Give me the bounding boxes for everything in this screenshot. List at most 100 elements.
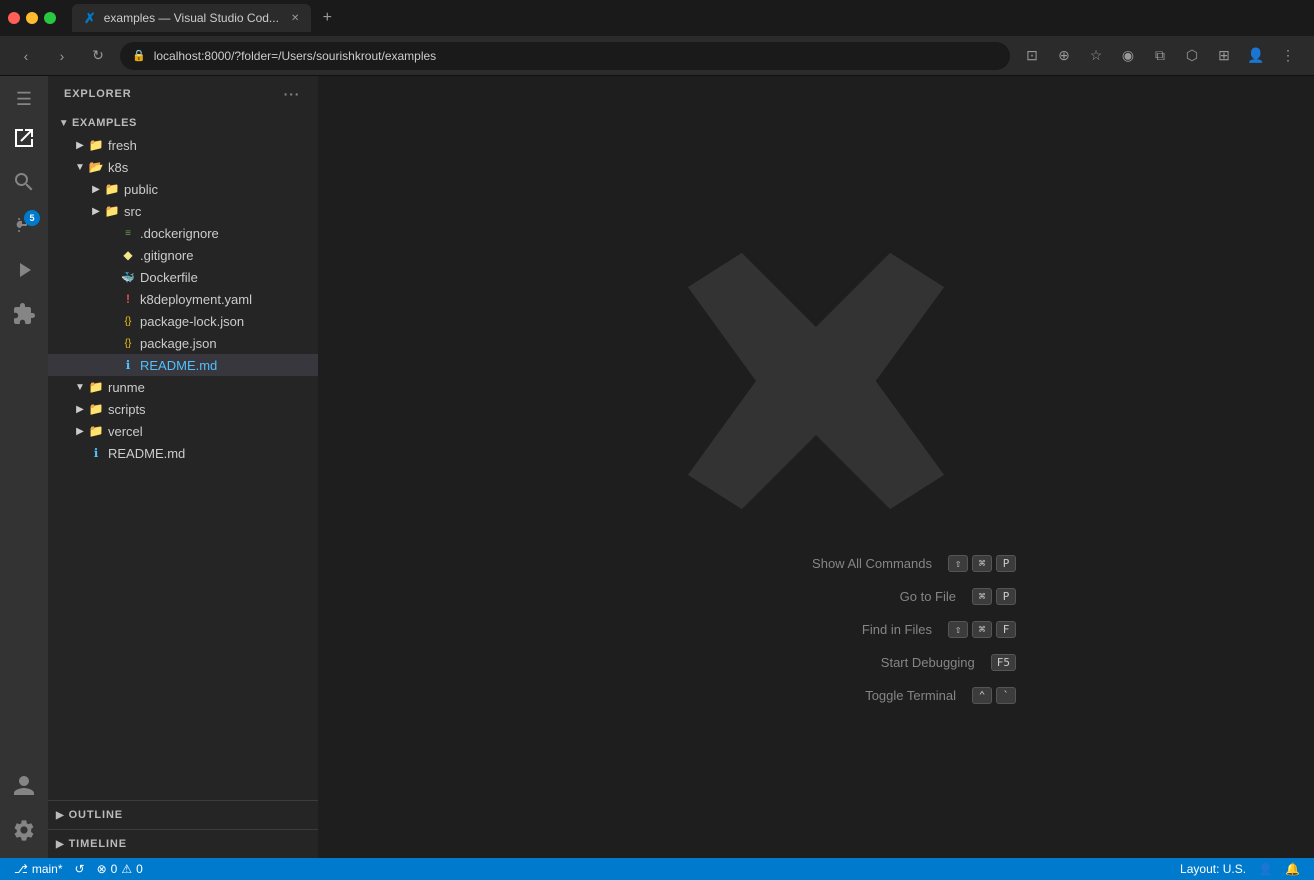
vscode-logo xyxy=(666,231,966,531)
welcome-screen: Show All Commands ⇧ ⌘ P Go to File ⌘ P xyxy=(616,231,1016,704)
readme-root-icon: ℹ xyxy=(88,445,104,461)
tab-title: examples — Visual Studio Cod... xyxy=(104,11,279,25)
activity-extensions[interactable] xyxy=(4,294,44,334)
sidebar-toggle-icon[interactable]: ⊞ xyxy=(1210,42,1238,70)
warning-icon: ⚠ xyxy=(121,862,132,876)
tree-item-src[interactable]: ▶ 📁 src xyxy=(48,200,318,222)
tree-root-folder[interactable]: ▼ EXAMPLES xyxy=(48,112,318,134)
key-f: F xyxy=(996,621,1016,638)
command-find-files: Find in Files ⇧ ⌘ F xyxy=(616,621,1016,638)
branch-item[interactable]: ⎇ main* xyxy=(8,858,69,880)
tree-item-fresh[interactable]: ▶ 📁 fresh xyxy=(48,134,318,156)
traffic-lights xyxy=(8,12,56,24)
bookmarks-icon[interactable]: ⊡ xyxy=(1018,42,1046,70)
sync-item[interactable]: ↺ xyxy=(69,858,91,880)
key-shift: ⇧ xyxy=(948,555,968,572)
dockerfile-label: Dockerfile xyxy=(140,270,198,285)
tree-item-readme-k8s[interactable]: ▶ ℹ README.md xyxy=(48,354,318,376)
browser-toolbar: ‹ › ↻ 🔒 localhost:8000/?folder=/Users/so… xyxy=(0,36,1314,76)
browser-chrome: ✗ examples — Visual Studio Cod... ✕ + ‹ … xyxy=(0,0,1314,76)
tree-item-public[interactable]: ▶ 📁 public xyxy=(48,178,318,200)
branch-name: main* xyxy=(32,862,63,876)
forward-button[interactable]: › xyxy=(48,42,76,70)
k8s-arrow-icon: ▼ xyxy=(72,159,88,175)
bookmark-star-icon[interactable]: ☆ xyxy=(1082,42,1110,70)
remote-item[interactable]: 👤 xyxy=(1252,862,1279,876)
find-files-keys: ⇧ ⌘ F xyxy=(948,621,1016,638)
warning-count: 0 xyxy=(136,862,143,876)
file-tree: ▼ EXAMPLES ▶ 📁 fresh ▼ 📂 k8s ▶ 📁 public xyxy=(48,112,318,800)
timeline-header[interactable]: ▶ TIMELINE xyxy=(48,830,318,858)
address-bar[interactable]: 🔒 localhost:8000/?folder=/Users/sourishk… xyxy=(120,42,1010,70)
zoom-icon[interactable]: ⊕ xyxy=(1050,42,1078,70)
close-button[interactable] xyxy=(8,12,20,24)
vercel-label: vercel xyxy=(108,424,143,439)
root-folder-label: EXAMPLES xyxy=(72,117,137,129)
extensions-icon xyxy=(12,302,36,326)
tree-item-scripts[interactable]: ▶ 📁 scripts xyxy=(48,398,318,420)
tab-close-button[interactable]: ✕ xyxy=(291,13,299,24)
puzzle-icon[interactable]: ⬡ xyxy=(1178,42,1206,70)
minimize-button[interactable] xyxy=(26,12,38,24)
welcome-commands: Show All Commands ⇧ ⌘ P Go to File ⌘ P xyxy=(616,555,1016,704)
tree-item-k8s[interactable]: ▼ 📂 k8s xyxy=(48,156,318,178)
browser-actions: ⊡ ⊕ ☆ ◉ ⧉ ⬡ ⊞ 👤 ⋮ xyxy=(1018,42,1302,70)
reload-button[interactable]: ↻ xyxy=(84,42,112,70)
activity-source-control[interactable]: 5 xyxy=(4,206,44,246)
layout-item[interactable]: Layout: U.S. xyxy=(1174,862,1252,876)
hamburger-menu[interactable]: ☰ xyxy=(0,84,48,114)
activity-settings[interactable] xyxy=(4,810,44,850)
user-profile-icon[interactable]: 👤 xyxy=(1242,42,1270,70)
gitignore-icon: ◆ xyxy=(120,247,136,263)
active-tab[interactable]: ✗ examples — Visual Studio Cod... ✕ xyxy=(72,4,311,32)
tree-item-dockerfile[interactable]: ▶ 🐳 Dockerfile xyxy=(48,266,318,288)
menu-icon[interactable]: ⋮ xyxy=(1274,42,1302,70)
remote-icon: 👤 xyxy=(1258,862,1273,876)
activity-run[interactable] xyxy=(4,250,44,290)
k8deployment-label: k8deployment.yaml xyxy=(140,292,252,307)
account-icon xyxy=(12,774,36,798)
outline-header[interactable]: ▶ OUTLINE xyxy=(48,801,318,829)
back-button[interactable]: ‹ xyxy=(12,42,40,70)
tree-item-vercel[interactable]: ▶ 📁 vercel xyxy=(48,420,318,442)
timeline-panel: ▶ TIMELINE xyxy=(48,829,318,858)
tree-item-dockerignore[interactable]: ▶ ≡ .dockerignore xyxy=(48,222,318,244)
tree-item-gitignore[interactable]: ▶ ◆ .gitignore xyxy=(48,244,318,266)
tree-item-readme-root[interactable]: ▶ ℹ README.md xyxy=(48,442,318,464)
tree-item-runme[interactable]: ▼ 📁 runme xyxy=(48,376,318,398)
gitignore-label: .gitignore xyxy=(140,248,193,263)
main-area: Show All Commands ⇧ ⌘ P Go to File ⌘ P xyxy=(318,76,1314,858)
tree-item-k8deployment[interactable]: ▶ ! k8deployment.yaml xyxy=(48,288,318,310)
error-icon: ⊗ xyxy=(97,862,107,876)
key-cmd2: ⌘ xyxy=(972,588,992,605)
activity-bar: ☰ 5 xyxy=(0,76,48,858)
profile-icon[interactable]: ◉ xyxy=(1114,42,1142,70)
command-toggle-terminal: Toggle Terminal ⌃ ` xyxy=(616,687,1016,704)
activity-account[interactable] xyxy=(4,766,44,806)
activity-search[interactable] xyxy=(4,162,44,202)
tree-item-pkg[interactable]: ▶ {} package.json xyxy=(48,332,318,354)
dockerfile-icon: 🐳 xyxy=(120,269,136,285)
public-arrow-icon: ▶ xyxy=(88,181,104,197)
tree-item-pkglock[interactable]: ▶ {} package-lock.json xyxy=(48,310,318,332)
key-ctrl: ⌃ xyxy=(972,687,992,704)
key-shift2: ⇧ xyxy=(948,621,968,638)
maximize-button[interactable] xyxy=(44,12,56,24)
command-show-all: Show All Commands ⇧ ⌘ P xyxy=(616,555,1016,572)
show-all-keys: ⇧ ⌘ P xyxy=(948,555,1016,572)
sync-icon: ↺ xyxy=(75,862,85,876)
fresh-label: fresh xyxy=(108,138,137,153)
notification-icon: 🔔 xyxy=(1285,862,1300,876)
goto-file-keys: ⌘ P xyxy=(972,588,1016,605)
k8s-folder-icon: 📂 xyxy=(88,159,104,175)
explorer-more-button[interactable]: ··· xyxy=(282,84,302,104)
outline-panel: ▶ OUTLINE xyxy=(48,800,318,829)
activity-explorer[interactable] xyxy=(4,118,44,158)
fresh-arrow-icon: ▶ xyxy=(72,137,88,153)
error-count: 0 xyxy=(111,862,118,876)
extension-icon[interactable]: ⧉ xyxy=(1146,42,1174,70)
errors-item[interactable]: ⊗ 0 ⚠ 0 xyxy=(91,858,149,880)
new-tab-button[interactable]: + xyxy=(315,6,339,30)
notification-item[interactable]: 🔔 xyxy=(1279,862,1306,876)
vscode-container: ☰ 5 xyxy=(0,76,1314,858)
